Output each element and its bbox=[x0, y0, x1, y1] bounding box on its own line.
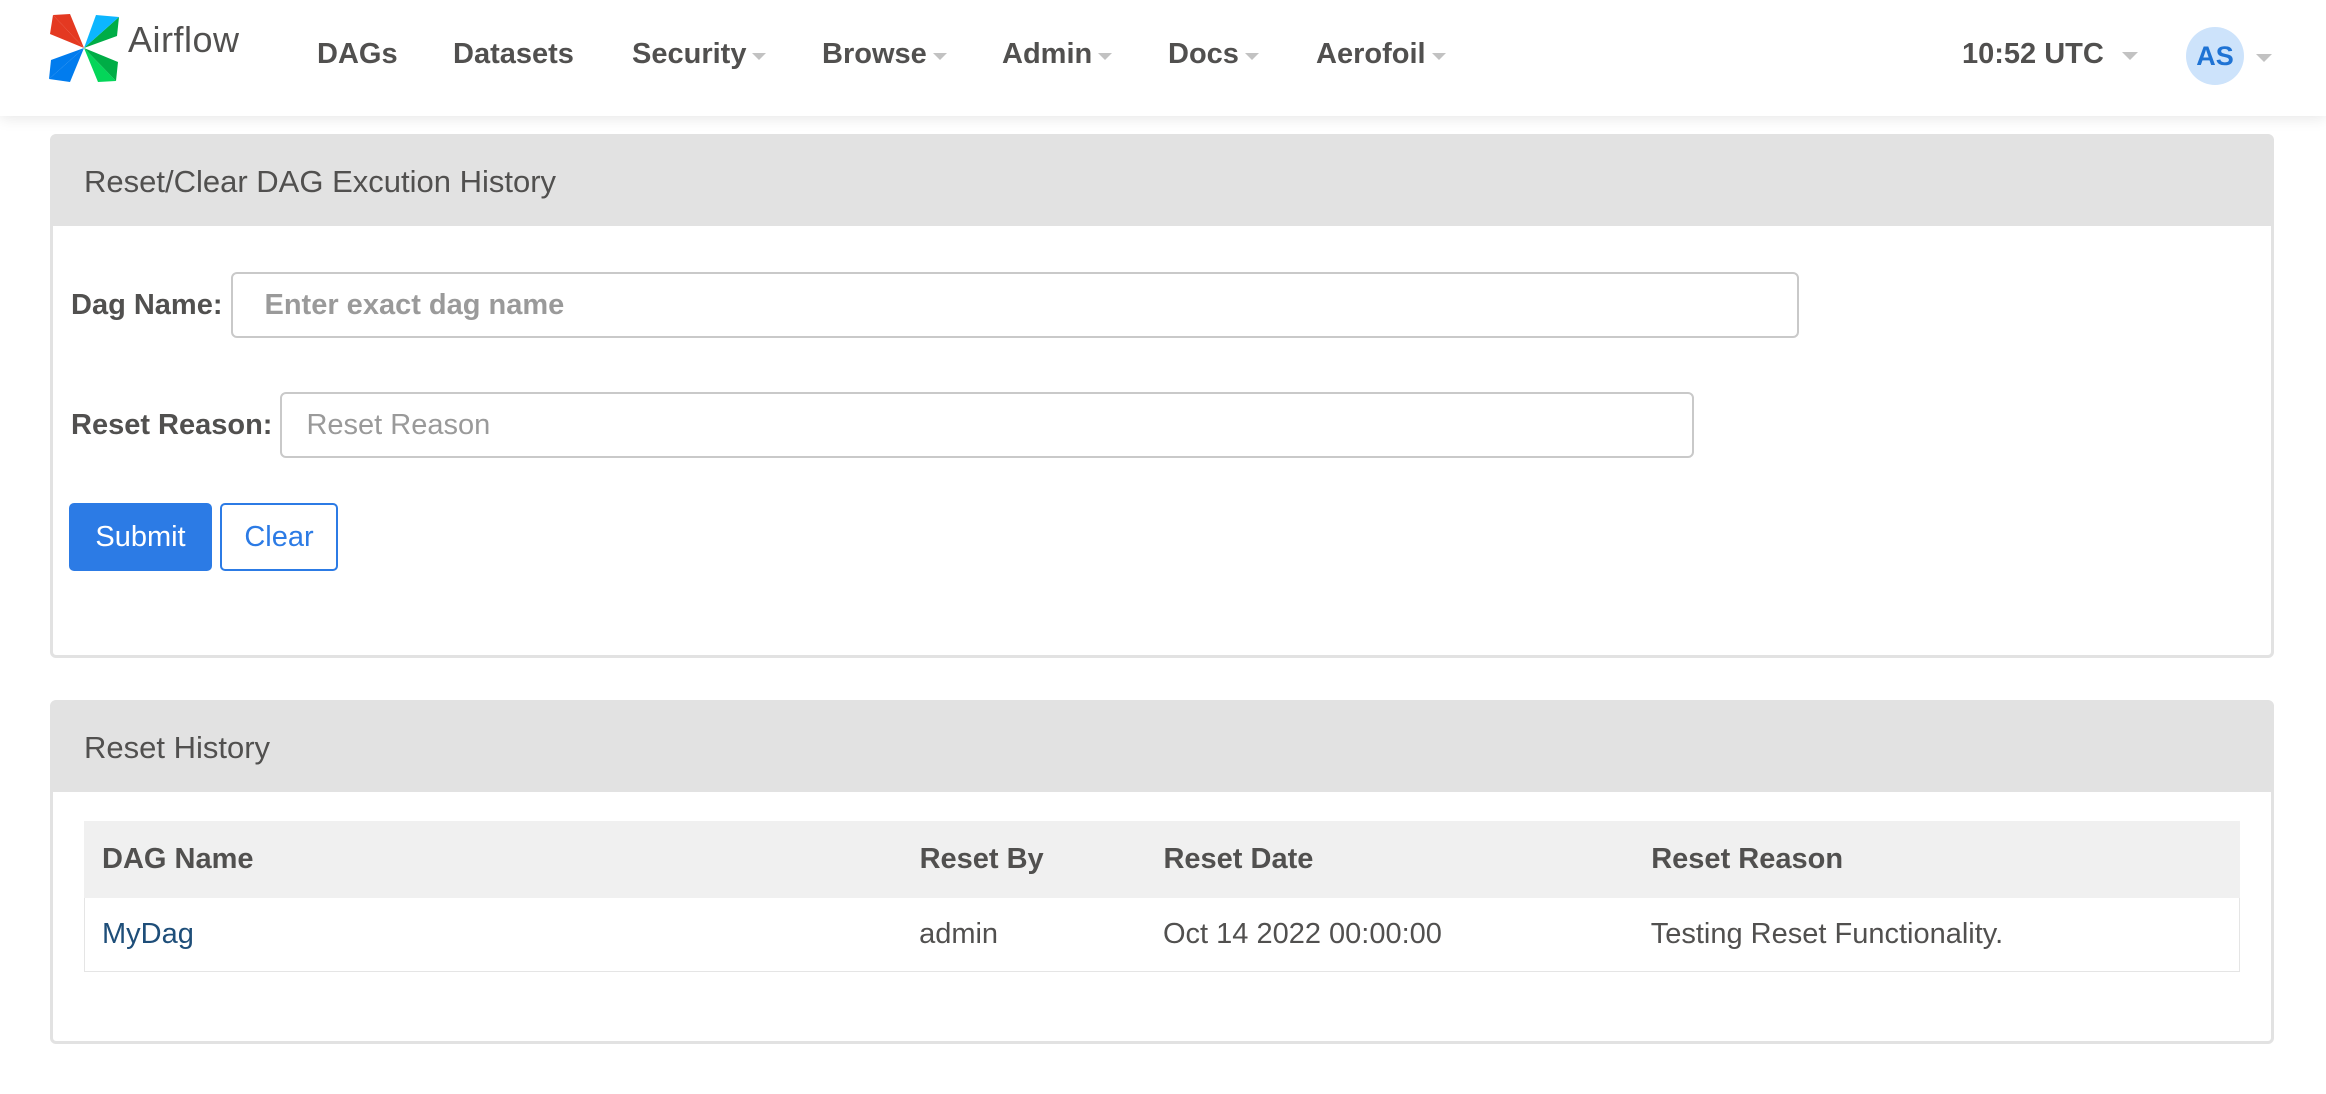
caret-down-icon bbox=[1098, 52, 1113, 60]
avatar: AS bbox=[2186, 27, 2244, 85]
column-header-reset-reason: Reset Reason bbox=[1633, 821, 2240, 898]
column-header-dag-name: DAG Name bbox=[84, 821, 903, 898]
cell-reset-reason: Testing Reset Functionality. bbox=[1633, 897, 2240, 972]
table-row: MyDag admin Oct 14 2022 00:00:00 Testing… bbox=[84, 897, 2240, 972]
airflow-logo-icon bbox=[48, 12, 120, 89]
caret-down-icon bbox=[932, 52, 947, 60]
user-menu[interactable]: AS bbox=[2186, 26, 2272, 86]
clear-button[interactable]: Clear bbox=[220, 503, 338, 571]
reset-panel: Reset/Clear DAG Excution History Dag Nam… bbox=[50, 134, 2274, 658]
caret-down-icon bbox=[2121, 52, 2138, 60]
nav-datasets-label: Datasets bbox=[453, 37, 574, 70]
nav-dags-label: DAGs bbox=[317, 37, 398, 70]
nav-security[interactable]: Security bbox=[632, 34, 767, 74]
reset-history-table: DAG Name Reset By Reset Date Reset Reaso… bbox=[84, 821, 2240, 972]
cell-dag-name: MyDag bbox=[84, 897, 903, 972]
clock-label: 10:52 UTC bbox=[1962, 37, 2104, 70]
nav-security-label: Security bbox=[632, 37, 747, 70]
nav-datasets[interactable]: Datasets bbox=[453, 34, 574, 74]
cell-reset-by: admin bbox=[902, 897, 1146, 972]
reset-reason-row: Reset Reason: bbox=[71, 392, 1695, 458]
dag-name-input[interactable] bbox=[230, 272, 1799, 338]
table-header-row: DAG Name Reset By Reset Date Reset Reaso… bbox=[84, 821, 2240, 898]
reset-history-title: Reset History bbox=[53, 703, 2271, 792]
nav-aerofoil[interactable]: Aerofoil bbox=[1316, 34, 1446, 74]
caret-down-icon bbox=[1431, 52, 1446, 60]
dag-link[interactable]: MyDag bbox=[102, 918, 194, 950]
caret-down-icon bbox=[2256, 54, 2272, 62]
reset-history-panel: Reset History DAG Name Reset By Reset Da… bbox=[50, 700, 2274, 1044]
reset-reason-input[interactable] bbox=[280, 392, 1695, 458]
caret-down-icon bbox=[1244, 52, 1259, 60]
dag-name-row: Dag Name: bbox=[71, 272, 1799, 338]
dag-name-label: Dag Name: bbox=[71, 288, 223, 321]
submit-button[interactable]: Submit bbox=[69, 503, 212, 571]
nav-browse-label: Browse bbox=[822, 37, 927, 70]
nav-browse[interactable]: Browse bbox=[822, 34, 947, 74]
nav-docs-label: Docs bbox=[1168, 37, 1239, 70]
nav-admin[interactable]: Admin bbox=[1002, 34, 1113, 74]
cell-reset-date: Oct 14 2022 00:00:00 bbox=[1145, 897, 1634, 972]
column-header-reset-date: Reset Date bbox=[1145, 821, 1635, 898]
caret-down-icon bbox=[752, 52, 767, 60]
nav-docs[interactable]: Docs bbox=[1168, 34, 1259, 74]
reset-panel-title: Reset/Clear DAG Excution History bbox=[53, 137, 2271, 226]
nav-aerofoil-label: Aerofoil bbox=[1316, 37, 1426, 70]
brand-name: Airflow bbox=[128, 19, 240, 60]
nav-dags[interactable]: DAGs bbox=[317, 34, 398, 74]
column-header-reset-by: Reset By bbox=[901, 821, 1147, 898]
top-navbar: Airflow DAGs Datasets Security Browse Ad… bbox=[0, 0, 2326, 116]
nav-admin-label: Admin bbox=[1002, 37, 1093, 70]
brand-link[interactable]: Airflow bbox=[48, 12, 240, 89]
reset-reason-label: Reset Reason: bbox=[71, 408, 273, 441]
utc-clock-dropdown[interactable]: 10:52 UTC bbox=[1962, 34, 2138, 74]
